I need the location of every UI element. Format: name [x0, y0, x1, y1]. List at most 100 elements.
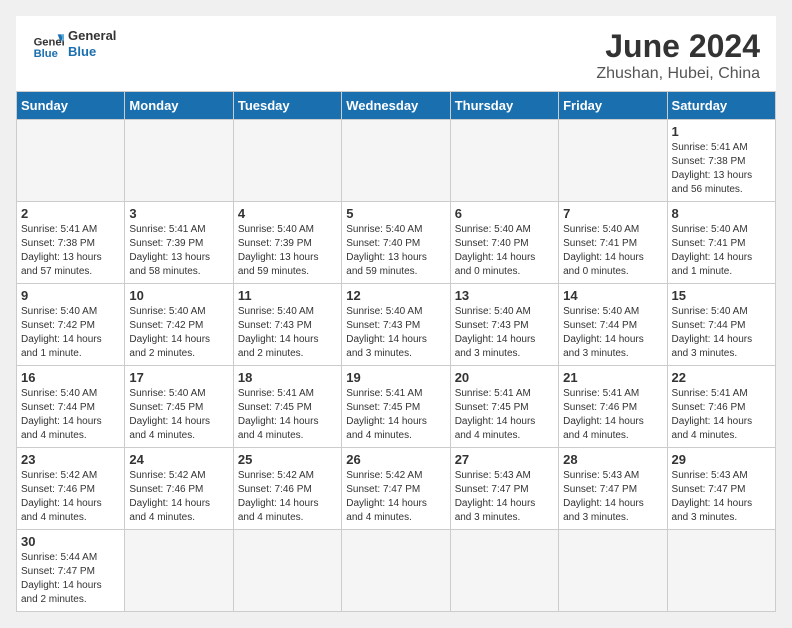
header-tuesday: Tuesday [233, 92, 341, 120]
day-number: 13 [455, 288, 554, 303]
day-info: Sunrise: 5:40 AM Sunset: 7:40 PM Dayligh… [346, 223, 445, 279]
day-info: Sunrise: 5:42 AM Sunset: 7:47 PM Dayligh… [346, 469, 445, 525]
logo-blue-text: Blue [68, 44, 116, 60]
table-cell [559, 120, 667, 202]
header-saturday: Saturday [667, 92, 775, 120]
table-cell: 13Sunrise: 5:40 AM Sunset: 7:43 PM Dayli… [450, 284, 558, 366]
table-cell: 6Sunrise: 5:40 AM Sunset: 7:40 PM Daylig… [450, 202, 558, 284]
day-number: 8 [672, 206, 771, 221]
header-friday: Friday [559, 92, 667, 120]
table-cell [559, 530, 667, 612]
table-cell: 26 Sunrise: 5:42 AM Sunset: 7:47 PM Dayli… [342, 448, 450, 530]
header-sunday: Sunday [17, 92, 125, 120]
day-info: Sunrise: 5:41 AM Sunset: 7:38 PM Dayligh… [672, 141, 771, 197]
calendar-row-0: 1 Sunrise: 5:41 AM Sunset: 7:38 PM Daylig… [17, 120, 776, 202]
table-cell: 28Sunrise: 5:43 AM Sunset: 7:47 PM Dayli… [559, 448, 667, 530]
table-cell: 15Sunrise: 5:40 AM Sunset: 7:44 PM Dayli… [667, 284, 775, 366]
day-number: 20 [455, 370, 554, 385]
day-number: 1 [672, 124, 771, 139]
header-wednesday: Wednesday [342, 92, 450, 120]
logo: General Blue General Blue [32, 28, 116, 60]
day-number: 9 [21, 288, 120, 303]
svg-text:Blue: Blue [34, 48, 58, 60]
table-cell: 14Sunrise: 5:40 AM Sunset: 7:44 PM Dayli… [559, 284, 667, 366]
table-cell: 4 Sunrise: 5:40 AM Sunset: 7:39 PM Daylig… [233, 202, 341, 284]
day-info: Sunrise: 5:43 AM Sunset: 7:47 PM Dayligh… [563, 469, 662, 525]
calendar-row-2: 9 Sunrise: 5:40 AM Sunset: 7:42 PM Daylig… [17, 284, 776, 366]
calendar-row-3: 16Sunrise: 5:40 AM Sunset: 7:44 PM Dayli… [17, 366, 776, 448]
table-cell: 27 Sunrise: 5:43 AM Sunset: 7:47 PM Dayli… [450, 448, 558, 530]
title-month: June 2024 [596, 28, 760, 65]
day-number: 27 [455, 452, 554, 467]
day-info: Sunrise: 5:40 AM Sunset: 7:40 PM Dayligh… [455, 223, 554, 279]
table-cell: 8 Sunrise: 5:40 AM Sunset: 7:41 PM Daylig… [667, 202, 775, 284]
day-number: 17 [129, 370, 228, 385]
day-number: 16 [21, 370, 120, 385]
day-number: 29 [672, 452, 771, 467]
table-cell: 23Sunrise: 5:42 AM Sunset: 7:46 PM Dayli… [17, 448, 125, 530]
table-cell: 5 Sunrise: 5:40 AM Sunset: 7:40 PM Daylig… [342, 202, 450, 284]
day-info: Sunrise: 5:41 AM Sunset: 7:45 PM Dayligh… [346, 387, 445, 443]
table-cell [233, 120, 341, 202]
day-info: Sunrise: 5:40 AM Sunset: 7:39 PM Dayligh… [238, 223, 337, 279]
day-number: 4 [238, 206, 337, 221]
day-number: 21 [563, 370, 662, 385]
day-number: 12 [346, 288, 445, 303]
table-cell [233, 530, 341, 612]
day-number: 26 [346, 452, 445, 467]
day-info: Sunrise: 5:42 AM Sunset: 7:46 PM Dayligh… [21, 469, 120, 525]
day-info: Sunrise: 5:42 AM Sunset: 7:46 PM Dayligh… [238, 469, 337, 525]
table-cell: 10Sunrise: 5:40 AM Sunset: 7:42 PM Dayli… [125, 284, 233, 366]
day-number: 10 [129, 288, 228, 303]
title-location: Zhushan, Hubei, China [596, 65, 760, 83]
table-cell: 29 Sunrise: 5:43 AM Sunset: 7:47 PM Dayli… [667, 448, 775, 530]
weekday-header-row: Sunday Monday Tuesday Wednesday Thursday… [17, 92, 776, 120]
table-cell: 18Sunrise: 5:41 AM Sunset: 7:45 PM Dayli… [233, 366, 341, 448]
table-cell: 30Sunrise: 5:44 AM Sunset: 7:47 PM Dayli… [17, 530, 125, 612]
day-info: Sunrise: 5:43 AM Sunset: 7:47 PM Dayligh… [672, 469, 771, 525]
table-cell: 24 Sunrise: 5:42 AM Sunset: 7:46 PM Dayli… [125, 448, 233, 530]
table-cell: 17 Sunrise: 5:40 AM Sunset: 7:45 PM Dayli… [125, 366, 233, 448]
table-cell [667, 530, 775, 612]
table-cell: 3Sunrise: 5:41 AM Sunset: 7:39 PM Daylig… [125, 202, 233, 284]
day-info: Sunrise: 5:40 AM Sunset: 7:42 PM Dayligh… [21, 305, 120, 361]
logo-general-text: General [68, 28, 116, 44]
day-number: 19 [346, 370, 445, 385]
table-cell [342, 530, 450, 612]
day-info: Sunrise: 5:44 AM Sunset: 7:47 PM Dayligh… [21, 551, 120, 607]
table-cell: 2 Sunrise: 5:41 AM Sunset: 7:38 PM Daylig… [17, 202, 125, 284]
header-monday: Monday [125, 92, 233, 120]
day-info: Sunrise: 5:40 AM Sunset: 7:43 PM Dayligh… [238, 305, 337, 361]
table-cell: 11Sunrise: 5:40 AM Sunset: 7:43 PM Dayli… [233, 284, 341, 366]
day-info: Sunrise: 5:41 AM Sunset: 7:39 PM Dayligh… [129, 223, 228, 279]
calendar-row-4: 23Sunrise: 5:42 AM Sunset: 7:46 PM Dayli… [17, 448, 776, 530]
day-number: 14 [563, 288, 662, 303]
title-block: June 2024 Zhushan, Hubei, China [596, 28, 760, 83]
table-cell: 7 Sunrise: 5:40 AM Sunset: 7:41 PM Daylig… [559, 202, 667, 284]
day-number: 25 [238, 452, 337, 467]
day-number: 24 [129, 452, 228, 467]
table-cell: 25 Sunrise: 5:42 AM Sunset: 7:46 PM Dayli… [233, 448, 341, 530]
table-cell [17, 120, 125, 202]
table-cell: 22 Sunrise: 5:41 AM Sunset: 7:46 PM Dayli… [667, 366, 775, 448]
day-info: Sunrise: 5:40 AM Sunset: 7:41 PM Dayligh… [563, 223, 662, 279]
day-info: Sunrise: 5:41 AM Sunset: 7:45 PM Dayligh… [238, 387, 337, 443]
table-cell: 12Sunrise: 5:40 AM Sunset: 7:43 PM Dayli… [342, 284, 450, 366]
day-number: 5 [346, 206, 445, 221]
day-info: Sunrise: 5:41 AM Sunset: 7:38 PM Dayligh… [21, 223, 120, 279]
day-info: Sunrise: 5:40 AM Sunset: 7:45 PM Dayligh… [129, 387, 228, 443]
day-info: Sunrise: 5:40 AM Sunset: 7:41 PM Dayligh… [672, 223, 771, 279]
table-cell [450, 120, 558, 202]
table-cell: 16Sunrise: 5:40 AM Sunset: 7:44 PM Dayli… [17, 366, 125, 448]
day-number: 2 [21, 206, 120, 221]
calendar-row-1: 2 Sunrise: 5:41 AM Sunset: 7:38 PM Daylig… [17, 202, 776, 284]
table-cell [342, 120, 450, 202]
day-number: 22 [672, 370, 771, 385]
table-cell: 20Sunrise: 5:41 AM Sunset: 7:45 PM Dayli… [450, 366, 558, 448]
day-info: Sunrise: 5:41 AM Sunset: 7:46 PM Dayligh… [672, 387, 771, 443]
day-info: Sunrise: 5:43 AM Sunset: 7:47 PM Dayligh… [455, 469, 554, 525]
table-cell [450, 530, 558, 612]
calendar-header: General Blue General Blue June 2024 Zhus… [16, 16, 776, 91]
day-info: Sunrise: 5:42 AM Sunset: 7:46 PM Dayligh… [129, 469, 228, 525]
day-number: 7 [563, 206, 662, 221]
